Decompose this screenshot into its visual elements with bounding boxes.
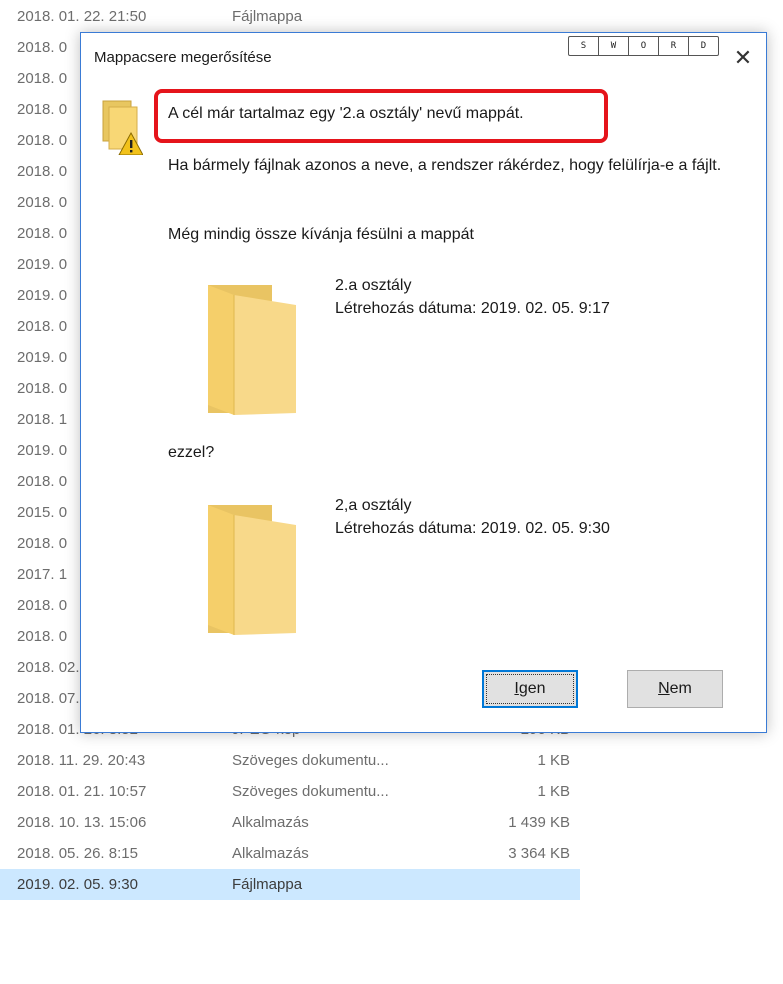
file-date: 2018. 0 <box>17 628 68 645</box>
file-row[interactable]: 2018. 01. 22. 21:50 Fájlmappa <box>0 1 580 32</box>
file-date: 2018. 0 <box>17 70 68 87</box>
file-size: 1 KB <box>537 783 570 800</box>
file-date: 2018. 0 <box>17 132 68 149</box>
target-folder-info: 2.a osztály Létrehozás dátuma: 2019. 02.… <box>335 274 610 320</box>
file-date: 2018. 0 <box>17 535 68 552</box>
file-row[interactable]: 2018. 01. 21. 10:57 Szöveges dokumentu...… <box>0 776 580 807</box>
info-text: Ha bármely fájlnak azonos a neve, a rend… <box>168 157 722 174</box>
file-date: 2018. 0 <box>17 473 68 490</box>
folder-warning-icon <box>102 100 143 155</box>
sword-letter[interactable]: S <box>569 37 599 55</box>
with-label: ezzel? <box>168 444 215 461</box>
file-size: 1 KB <box>537 752 570 769</box>
file-type: Szöveges dokumentu... <box>232 752 389 769</box>
replace-folder-dialog: Mappacsere megerősítése SWORD ✕ A cél má… <box>80 32 767 733</box>
folder-icon <box>208 285 296 415</box>
file-date: 2015. 0 <box>17 504 68 521</box>
file-date: 2018. 05. 26. 8:15 <box>17 845 138 862</box>
file-date: 2018. 0 <box>17 318 68 335</box>
file-date: 2019. 0 <box>17 287 68 304</box>
file-type: Alkalmazás <box>232 814 309 831</box>
file-type: Fájlmappa <box>232 8 303 25</box>
file-type: Alkalmazás <box>232 845 309 862</box>
file-row[interactable]: 2019. 02. 05. 9:30 Fájlmappa <box>0 869 580 900</box>
file-date: 2018. 1 <box>17 411 68 428</box>
file-type: Szöveges dokumentu... <box>232 783 389 800</box>
sword-toolbar: SWORD <box>568 36 719 56</box>
headline-text: A cél már tartalmaz egy '2.a osztály' ne… <box>168 105 524 122</box>
close-button[interactable]: ✕ <box>728 43 758 73</box>
file-date: 2018. 0 <box>17 380 68 397</box>
file-date: 2019. 0 <box>17 349 68 366</box>
yes-button[interactable]: Igen <box>482 670 578 708</box>
file-size: 1 439 KB <box>508 814 570 831</box>
file-date: 2018. 0 <box>17 163 68 180</box>
source-folder-date: Létrehozás dátuma: 2019. 02. 05. 9:30 <box>335 520 610 537</box>
file-date: 2019. 02. 05. 9:30 <box>17 876 138 893</box>
close-icon: ✕ <box>733 45 753 70</box>
file-row[interactable]: 2018. 11. 29. 20:43 Szöveges dokumentu...… <box>0 745 580 776</box>
sword-letter[interactable]: W <box>599 37 629 55</box>
question-text: Még mindig össze kívánja fésülni a mappá… <box>168 226 474 243</box>
file-date: 2018. 0 <box>17 194 68 211</box>
folder-icon <box>208 505 296 635</box>
file-date: 2019. 0 <box>17 442 68 459</box>
sword-letter[interactable]: R <box>659 37 689 55</box>
source-folder-info: 2,a osztály Létrehozás dátuma: 2019. 02.… <box>335 494 610 540</box>
sword-letter[interactable]: O <box>629 37 659 55</box>
dialog-title: Mappacsere megerősítése <box>94 49 272 66</box>
sword-letter[interactable]: D <box>689 37 718 55</box>
file-row[interactable]: 2018. 10. 13. 15:06 Alkalmazás 1 439 KB <box>0 807 580 838</box>
file-size: 3 364 KB <box>508 845 570 862</box>
file-type: Fájlmappa <box>232 876 303 893</box>
target-folder-name: 2.a osztály <box>335 277 412 294</box>
target-folder-date: Létrehozás dátuma: 2019. 02. 05. 9:17 <box>335 300 610 317</box>
file-date: 2018. 0 <box>17 225 68 242</box>
file-date: 2018. 11. 29. 20:43 <box>17 752 146 769</box>
file-date: 2017. 1 <box>17 566 68 583</box>
file-date: 2018. 0 <box>17 101 68 118</box>
file-date: 2018. 0 <box>17 597 68 614</box>
file-date: 2018. 01. 22. 21:50 <box>17 8 147 25</box>
file-row[interactable]: 2018. 05. 26. 8:15 Alkalmazás 3 364 KB <box>0 838 580 869</box>
file-date: 2018. 01. 21. 10:57 <box>17 783 147 800</box>
source-folder-name: 2,a osztály <box>335 497 412 514</box>
no-button[interactable]: Nem <box>627 670 723 708</box>
file-date: 2018. 0 <box>17 39 68 56</box>
file-date: 2018. 10. 13. 15:06 <box>17 814 147 831</box>
file-date: 2019. 0 <box>17 256 68 273</box>
